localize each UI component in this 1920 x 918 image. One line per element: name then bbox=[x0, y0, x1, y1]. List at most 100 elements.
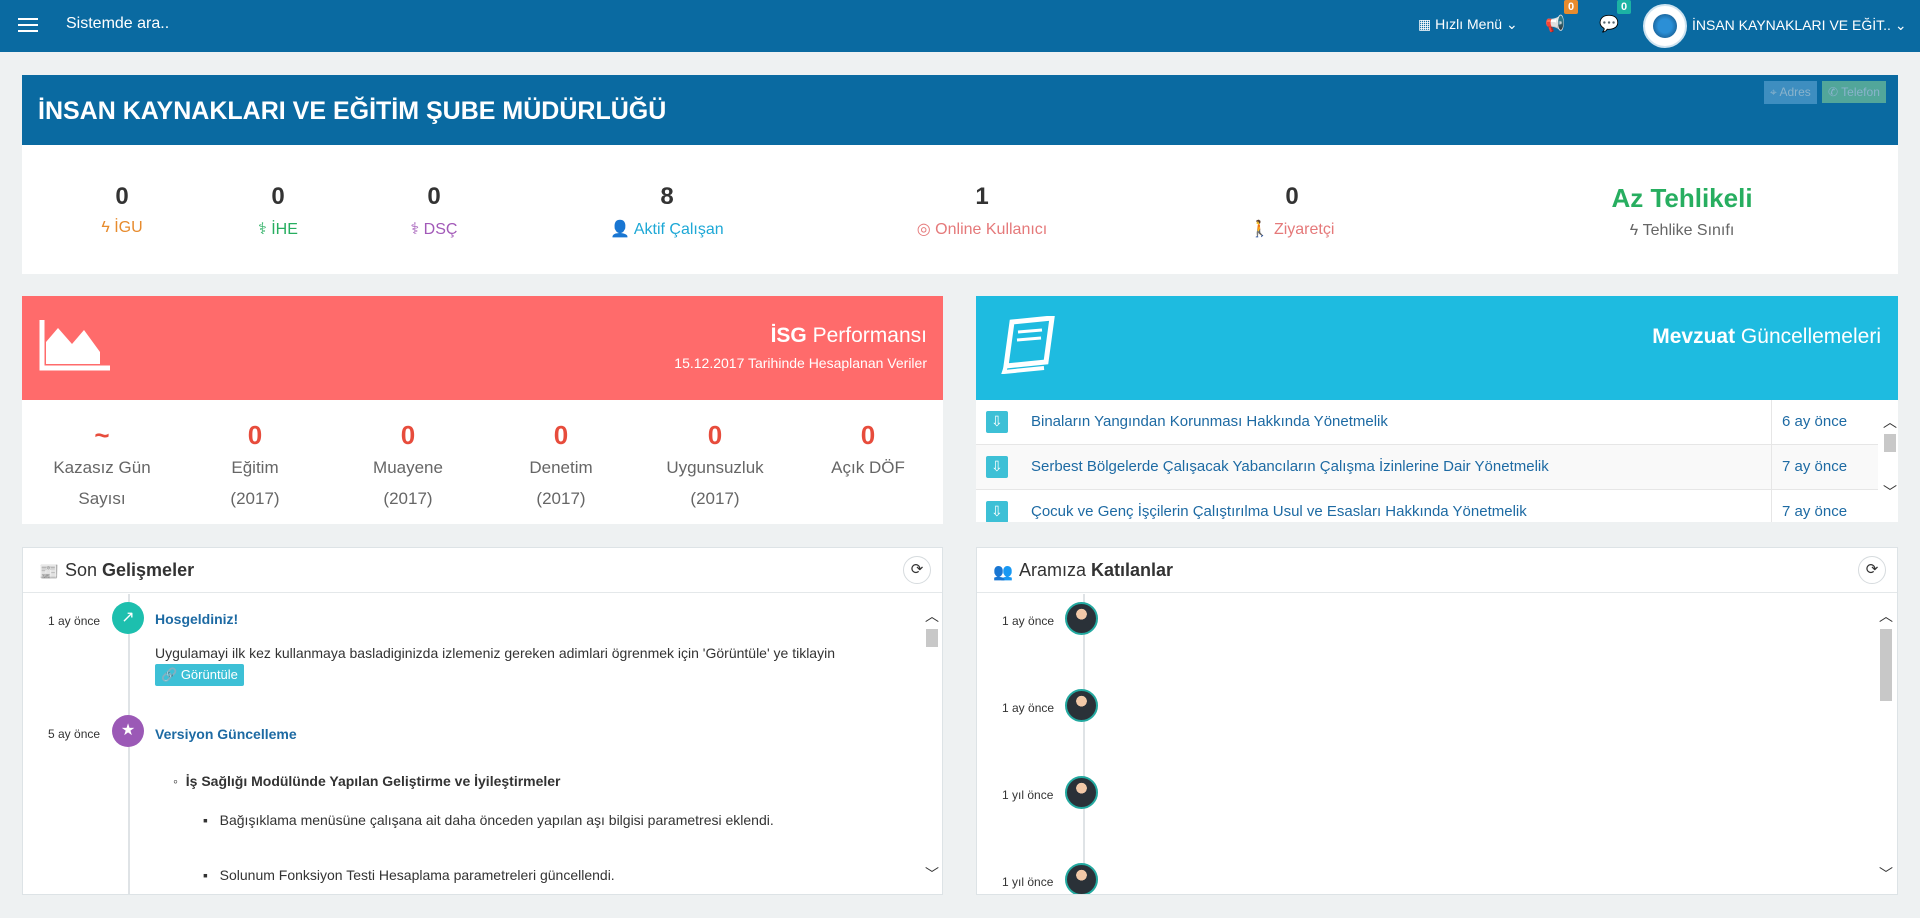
download-icon[interactable] bbox=[986, 501, 1008, 522]
person-icon: 🚶 bbox=[1249, 221, 1270, 238]
legislation-row[interactable]: Binaların Yangından Korunması Hakkında Y… bbox=[976, 400, 1878, 445]
scroll-thumb[interactable] bbox=[1880, 629, 1892, 701]
timeline-time: 1 ay önce bbox=[1002, 614, 1055, 628]
legislation-scrollbar[interactable]: ︿ ﹀ bbox=[1880, 400, 1898, 522]
view-button[interactable]: 🔗 Görüntüle bbox=[155, 664, 244, 686]
metric-sublabel: Sayısı bbox=[78, 489, 126, 508]
chevron-down-icon: ⌄ bbox=[1894, 17, 1907, 33]
scroll-thumb[interactable] bbox=[1884, 434, 1896, 452]
recent-developments-header: 📰 Son Gelişmeler ⟳ bbox=[23, 548, 942, 593]
search-input[interactable]: Sistemde ara.. bbox=[66, 15, 169, 33]
avatar[interactable] bbox=[1065, 776, 1098, 809]
legislation-name[interactable]: Serbest Bölgelerde Çalışacak Yabancıları… bbox=[1031, 458, 1549, 475]
title-light: Son bbox=[65, 560, 103, 580]
column-divider bbox=[1771, 400, 1772, 445]
stat-ihe-value: 0 bbox=[271, 183, 285, 210]
stat-igu: 0 ϟ İGU bbox=[66, 183, 178, 237]
link-icon: 🔗 bbox=[161, 667, 178, 682]
star-icon: ★ bbox=[112, 715, 144, 747]
title-bold: Katılanlar bbox=[1091, 560, 1174, 580]
stat-visitors: 0 🚶 Ziyaretçi bbox=[1192, 183, 1392, 239]
bolt-icon: ϟ bbox=[101, 219, 110, 236]
avatar[interactable] bbox=[1065, 689, 1098, 722]
stat-hazard-class: Az Tehlikeli ϟ Tehlike Sınıfı bbox=[1562, 183, 1802, 240]
stethoscope-icon: ⚕ bbox=[410, 221, 420, 238]
avatar[interactable] bbox=[1065, 863, 1098, 894]
messages-badge: 0 bbox=[1617, 0, 1632, 14]
notifications-badge: 0 bbox=[1564, 0, 1579, 14]
menu-toggle-icon[interactable] bbox=[18, 15, 38, 35]
org-name: İNSAN KAYNAKLARI VE EĞİT.. bbox=[1692, 17, 1891, 33]
download-icon[interactable] bbox=[986, 411, 1008, 433]
stat-online-users-text: Online Kullanıcı bbox=[935, 221, 1048, 238]
metric-sublabel: (2017) bbox=[383, 489, 433, 508]
new-members-panel: 👥 Aramıza Katılanlar ⟳ 1 ay önce 1 ay ön… bbox=[976, 547, 1898, 895]
metric-nonconformity: 0 Uygunsuzluk (2017) bbox=[635, 420, 795, 513]
legislation-title-rest: Güncellemeleri bbox=[1735, 325, 1881, 348]
recent-developments-scrollbar[interactable]: ︿ ﹀ bbox=[923, 594, 941, 894]
metric-label: Eğitim bbox=[231, 458, 279, 477]
metric-value: 0 bbox=[860, 420, 876, 450]
phone-button[interactable]: ✆ Telefon bbox=[1822, 81, 1886, 103]
stat-active-employees-value: 8 bbox=[660, 183, 674, 210]
timeline-bullet: ▪ Solunum Fonksiyon Testi Hesaplama para… bbox=[203, 867, 615, 883]
avatar[interactable] bbox=[1065, 602, 1098, 635]
legislation-row[interactable]: Serbest Bölgelerde Çalışacak Yabancıları… bbox=[976, 445, 1878, 490]
stat-visitors-label: 🚶 Ziyaretçi bbox=[1192, 219, 1392, 239]
area-chart-icon bbox=[39, 320, 110, 371]
stat-online-users: 1 ◎ Online Kullanıcı bbox=[872, 183, 1092, 239]
legislation-name[interactable]: Binaların Yangından Korunması Hakkında Y… bbox=[1031, 413, 1388, 430]
timeline-time: 5 ay önce bbox=[48, 727, 101, 741]
scroll-down-icon[interactable]: ﹀ bbox=[1883, 482, 1897, 502]
scroll-down-icon[interactable]: ﹀ bbox=[1879, 864, 1893, 884]
stat-igu-value: 0 bbox=[115, 183, 129, 210]
address-button[interactable]: ⌖ Adres bbox=[1764, 81, 1817, 104]
notifications-button[interactable]: 📢 0 bbox=[1545, 0, 1579, 34]
timeline-heading: ◦ İş Sağlığı Modülünde Yapılan Geliştirm… bbox=[173, 773, 561, 789]
external-link-icon: ↗ bbox=[112, 602, 144, 634]
timeline-title[interactable]: Versiyon Güncelleme bbox=[155, 726, 297, 742]
new-members-title: Aramıza Katılanlar bbox=[1019, 560, 1173, 581]
legislation-name[interactable]: Çocuk ve Genç İşçilerin Çalıştırılma Usu… bbox=[1031, 503, 1527, 520]
timeline-title[interactable]: Hosgeldiniz! bbox=[155, 611, 238, 627]
messages-button[interactable]: 💬 0 bbox=[1599, 0, 1632, 34]
new-members-scrollbar[interactable]: ︿ ﹀ bbox=[1877, 594, 1895, 894]
stat-hazard-class-text: Tehlike Sınıfı bbox=[1642, 222, 1735, 239]
phone-label: Telefon bbox=[1841, 85, 1880, 99]
org-menu[interactable]: İNSAN KAYNAKLARI VE EĞİT.. ⌄ bbox=[1692, 17, 1907, 34]
refresh-button[interactable]: ⟳ bbox=[1858, 556, 1886, 584]
metric-inspection: 0 Denetim (2017) bbox=[481, 420, 641, 513]
scroll-up-icon[interactable]: ︿ bbox=[925, 606, 939, 626]
metric-value: 0 bbox=[553, 420, 569, 450]
scroll-up-icon[interactable]: ︿ bbox=[1883, 412, 1897, 432]
stat-dsc-label: ⚕ DSÇ bbox=[378, 219, 490, 239]
refresh-button[interactable]: ⟳ bbox=[903, 556, 931, 584]
timeline-time: 1 ay önce bbox=[48, 614, 101, 628]
bolt-icon: ϟ bbox=[1629, 222, 1639, 239]
metric-value: ~ bbox=[94, 420, 110, 450]
timeline-line bbox=[1083, 594, 1085, 894]
metric-value: 0 bbox=[707, 420, 723, 450]
timeline-bullet-text: Bağışıklama menüsüne çalışana ait daha ö… bbox=[219, 812, 774, 828]
isg-performance-header: İSG Performansı 15.12.2017 Tarihinde Hes… bbox=[22, 296, 943, 400]
title-bold: Gelişmeler bbox=[102, 560, 195, 580]
new-members-header: 👥 Aramıza Katılanlar ⟳ bbox=[977, 548, 1897, 593]
stat-hazard-class-label: ϟ Tehlike Sınıfı bbox=[1562, 222, 1802, 240]
stat-active-employees-label: 👤 Aktif Çalışan bbox=[582, 219, 752, 239]
scroll-down-icon[interactable]: ﹀ bbox=[925, 864, 939, 884]
download-icon[interactable] bbox=[986, 456, 1008, 478]
metric-value: 0 bbox=[400, 420, 416, 450]
scroll-thumb[interactable] bbox=[926, 629, 938, 647]
bullhorn-icon: 📢 bbox=[1545, 16, 1565, 33]
org-logo[interactable] bbox=[1643, 4, 1687, 48]
isg-title-rest: Performansı bbox=[806, 324, 927, 347]
address-label: Adres bbox=[1779, 85, 1811, 99]
legislation-updates-header: Mevzuat Güncellemeleri bbox=[976, 296, 1898, 400]
quick-menu-button[interactable]: ▦ Hızlı Menü ⌄ bbox=[1418, 16, 1518, 33]
legislation-row[interactable]: Çocuk ve Genç İşçilerin Çalıştırılma Usu… bbox=[976, 490, 1878, 522]
newspaper-icon: 📰 bbox=[39, 564, 59, 581]
stat-active-employees: 8 👤 Aktif Çalışan bbox=[582, 183, 752, 239]
metric-label: Muayene bbox=[373, 458, 443, 477]
metric-open-dof: 0 Açık DÖF bbox=[788, 420, 948, 482]
scroll-up-icon[interactable]: ︿ bbox=[1879, 606, 1893, 626]
